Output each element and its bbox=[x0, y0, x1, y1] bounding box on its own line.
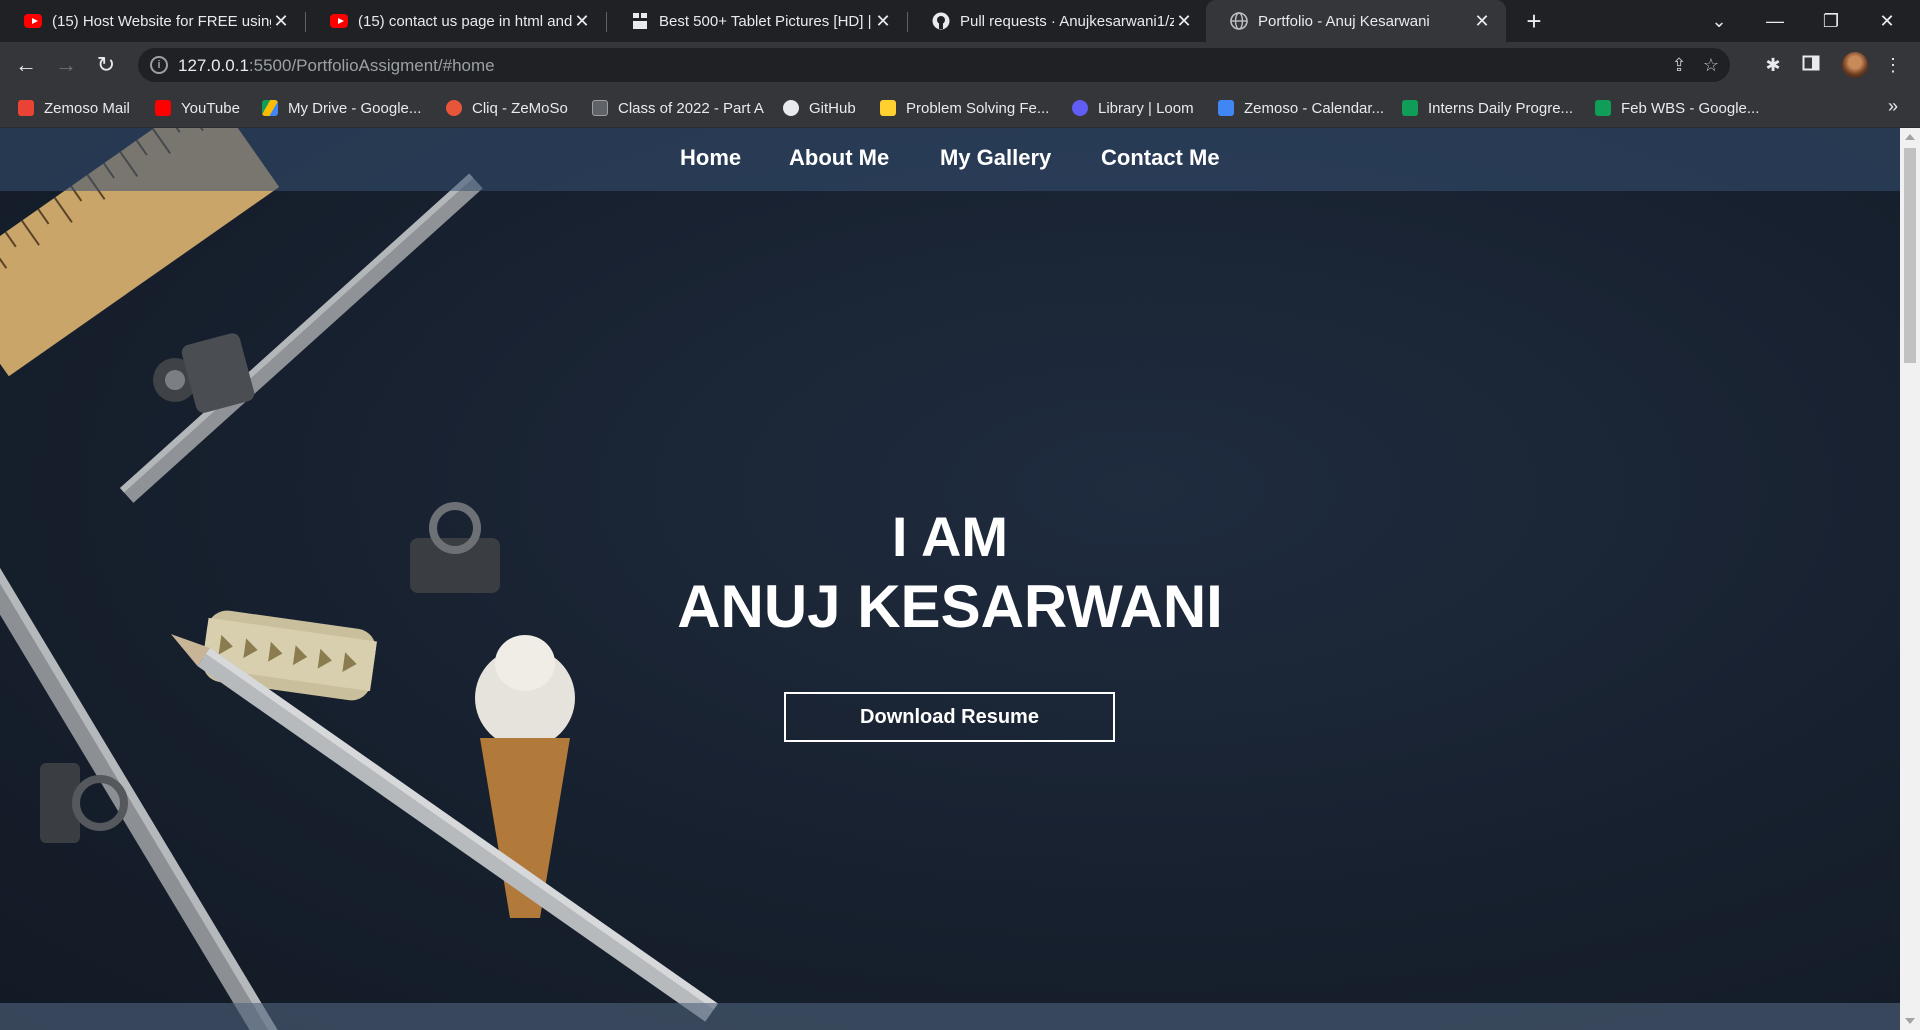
bookmark-github[interactable]: GitHub bbox=[783, 97, 856, 119]
close-tab-icon[interactable]: ✕ bbox=[1472, 11, 1492, 32]
youtube-icon bbox=[330, 12, 348, 30]
site-info-icon[interactable]: i bbox=[150, 56, 168, 74]
tab-title: Portfolio - Anuj Kesarwani bbox=[1258, 12, 1430, 30]
next-section-edge bbox=[0, 1003, 1900, 1030]
extensions-icon[interactable]: ✱ bbox=[1762, 54, 1784, 76]
more-bookmarks-icon[interactable]: » bbox=[1888, 96, 1898, 117]
address-bar[interactable]: i 127.0.0.1:5500/PortfolioAssigment/#hom… bbox=[138, 48, 1730, 82]
page-viewport: Home About Me My Gallery Contact Me I AM… bbox=[0, 128, 1900, 1030]
close-window-button[interactable]: ✕ bbox=[1864, 0, 1910, 42]
scrollbar-thumb[interactable] bbox=[1904, 148, 1916, 363]
page-scrollbar[interactable] bbox=[1900, 128, 1920, 1030]
bookmark-star-icon[interactable]: ☆ bbox=[1700, 54, 1722, 76]
tab-strip: (15) Host Website for FREE using ✕ (15) … bbox=[0, 0, 1920, 42]
tab-host-website[interactable]: (15) Host Website for FREE using ✕ bbox=[0, 0, 305, 42]
bookmarks-bar: Zemoso Mail YouTube My Drive - Google...… bbox=[0, 88, 1920, 128]
minimize-button[interactable]: — bbox=[1752, 0, 1798, 42]
miro-icon bbox=[880, 100, 896, 116]
bookmark-class-of-2022[interactable]: Class of 2022 - Part A bbox=[592, 97, 764, 119]
tab-title: Best 500+ Tablet Pictures [HD] | D bbox=[659, 12, 873, 30]
github-icon bbox=[932, 12, 950, 30]
profile-avatar[interactable] bbox=[1842, 52, 1868, 78]
bookmark-zemoso-calendar[interactable]: Zemoso - Calendar... bbox=[1218, 97, 1384, 119]
new-tab-button[interactable]: + bbox=[1520, 8, 1548, 36]
download-resume-button[interactable]: Download Resume bbox=[784, 692, 1115, 742]
github-icon bbox=[783, 100, 799, 116]
nav-link-my-gallery[interactable]: My Gallery bbox=[940, 145, 1051, 171]
loom-icon bbox=[1072, 100, 1088, 116]
tab-contact-us[interactable]: (15) contact us page in html and ✕ bbox=[306, 0, 606, 42]
tab-title: (15) Host Website for FREE using bbox=[52, 12, 271, 30]
hero-heading-name: ANUJ KESARWANI bbox=[677, 573, 1223, 640]
drive-icon bbox=[262, 100, 278, 116]
hero-heading-line1: I AM bbox=[891, 505, 1009, 568]
unsplash-icon bbox=[631, 12, 649, 30]
share-icon[interactable]: ⇪ bbox=[1668, 54, 1690, 76]
close-tab-icon[interactable]: ✕ bbox=[271, 11, 291, 32]
close-tab-icon[interactable]: ✕ bbox=[572, 11, 592, 32]
forward-button[interactable]: → bbox=[50, 49, 82, 81]
site-nav: Home About Me My Gallery Contact Me bbox=[0, 128, 1900, 191]
bookmark-youtube[interactable]: YouTube bbox=[155, 97, 240, 119]
cliq-icon bbox=[446, 100, 462, 116]
classroom-icon bbox=[592, 100, 608, 116]
tab-title: (15) contact us page in html and bbox=[358, 12, 572, 30]
bookmark-interns-daily[interactable]: Interns Daily Progre... bbox=[1402, 97, 1573, 119]
bookmark-zemoso-mail[interactable]: Zemoso Mail bbox=[18, 97, 130, 119]
bookmark-loom[interactable]: Library | Loom bbox=[1072, 97, 1194, 119]
tab-search-icon[interactable]: ⌄ bbox=[1696, 0, 1742, 42]
side-panel-icon[interactable] bbox=[1800, 54, 1822, 76]
sheets-icon bbox=[1595, 100, 1611, 116]
restore-button[interactable]: ❐ bbox=[1808, 0, 1854, 42]
browser-toolbar: ← → ↻ i 127.0.0.1:5500/PortfolioAssigmen… bbox=[0, 42, 1920, 88]
close-tab-icon[interactable]: ✕ bbox=[1174, 11, 1194, 32]
youtube-icon bbox=[155, 100, 171, 116]
globe-icon bbox=[1230, 12, 1248, 30]
bookmark-feb-wbs[interactable]: Feb WBS - Google... bbox=[1595, 97, 1759, 119]
close-tab-icon[interactable]: ✕ bbox=[873, 11, 893, 32]
tab-pull-requests[interactable]: Pull requests · Anujkesarwani1/ze ✕ bbox=[908, 0, 1208, 42]
url-text[interactable]: 127.0.0.1:5500/PortfolioAssigment/#home bbox=[178, 56, 495, 76]
reload-button[interactable]: ↻ bbox=[90, 49, 122, 81]
menu-icon[interactable]: ⋮ bbox=[1882, 54, 1904, 76]
back-button[interactable]: ← bbox=[10, 49, 42, 81]
tab-tablet-pictures[interactable]: Best 500+ Tablet Pictures [HD] | D ✕ bbox=[607, 0, 907, 42]
youtube-icon bbox=[24, 12, 42, 30]
nav-link-contact-me[interactable]: Contact Me bbox=[1101, 145, 1220, 171]
tab-title: Pull requests · Anujkesarwani1/ze bbox=[960, 12, 1174, 30]
tab-portfolio[interactable]: Portfolio - Anuj Kesarwani ✕ bbox=[1206, 0, 1506, 42]
nav-link-home[interactable]: Home bbox=[680, 145, 741, 171]
gmail-icon bbox=[18, 100, 34, 116]
scroll-down-arrow[interactable] bbox=[1905, 1018, 1915, 1024]
bookmark-my-drive[interactable]: My Drive - Google... bbox=[262, 97, 421, 119]
calendar-icon bbox=[1218, 100, 1234, 116]
sheets-icon bbox=[1402, 100, 1418, 116]
scroll-up-arrow[interactable] bbox=[1905, 134, 1915, 140]
bookmark-problem-solving[interactable]: Problem Solving Fe... bbox=[880, 97, 1049, 119]
bookmark-cliq[interactable]: Cliq - ZeMoSo bbox=[446, 97, 568, 119]
nav-link-about-me[interactable]: About Me bbox=[789, 145, 889, 171]
